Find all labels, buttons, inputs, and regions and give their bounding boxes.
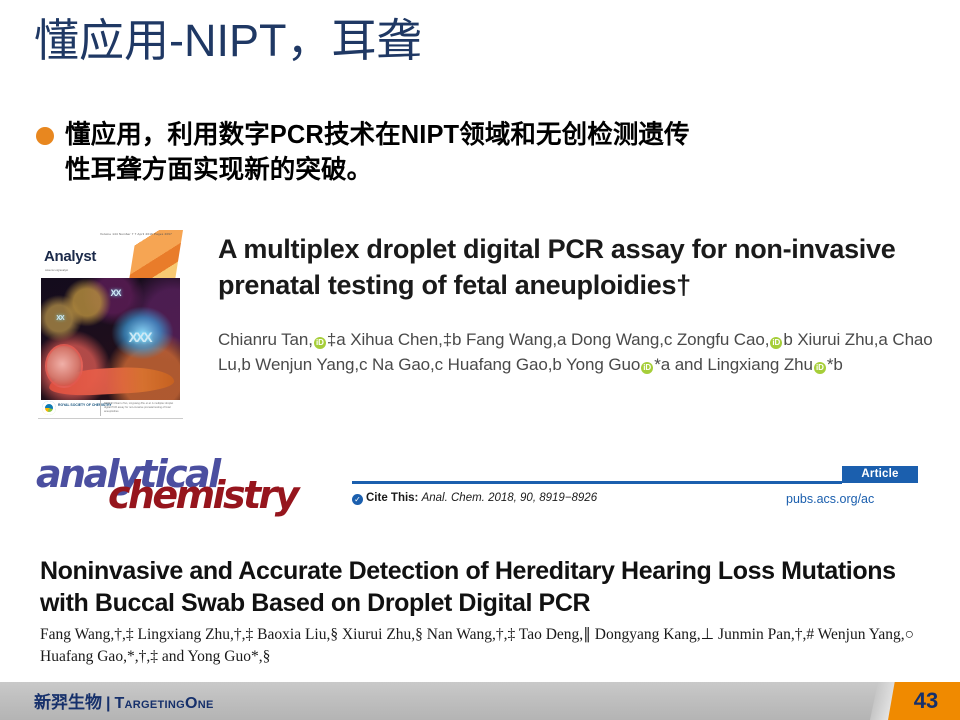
page-title: 懂应用-NIPT，耳聋 — [34, 15, 422, 66]
orcid-icon: iD — [313, 337, 326, 349]
company-logo-chinese: 新羿生物 — [34, 693, 102, 712]
rsc-logo-icon — [42, 401, 56, 415]
cover-footer-meta: PAPER Chianru Tan, Lingxiang Zhu et al. … — [104, 402, 174, 413]
company-logo-separator: | — [106, 695, 111, 712]
cover-issue-line: Volume 144 Number 7 7 April 2019 Pages 2… — [100, 232, 172, 236]
cover-swoosh-graphic — [128, 230, 183, 284]
cover-footer-divider — [100, 400, 101, 416]
company-logo-english: TargetingOne — [114, 695, 214, 712]
cover-footer: ROYAL SOCIETY OF CHEMISTRY PAPER Chianru… — [42, 400, 178, 416]
journal-url[interactable]: pubs.acs.org/ac — [786, 492, 874, 506]
journal-logo-analytical-chemistry: analytical chemistry — [36, 452, 346, 517]
cover-bottom-divider — [38, 418, 183, 419]
paper2-authors: Fang Wang,†,‡ Lingxiang Zhu,†,‡ Baoxia L… — [40, 626, 915, 665]
author-segment: ‡a Xihua Chen,‡b Fang Wang,a Dong Wang,c… — [326, 330, 770, 349]
author-segment: Lingxiang Zhu — [707, 354, 813, 374]
cover-masthead: Analyst — [44, 248, 97, 265]
fetus-graphic — [45, 344, 83, 388]
acs-header-rule — [352, 481, 842, 484]
journal-logo-word-chemistry: chemistry — [108, 473, 299, 517]
slide-canvas: 懂应用-NIPT，耳聋 懂应用，利用数字PCR技术在NIPT领域和无创检测遗传性… — [0, 0, 960, 720]
cover-subhead: www.rsc.org/analyst — [45, 269, 69, 272]
journal-cover-analyst: Volume 144 Number 7 7 April 2019 Pages 2… — [38, 230, 183, 418]
article-type-badge: Article — [842, 466, 918, 483]
chromosome-glyph: XX — [110, 287, 122, 298]
orcid-icon: iD — [813, 361, 826, 374]
chromosome-glyph: XX — [56, 314, 64, 322]
paper1-authors: Chianru Tan, iD ‡a Xihua Chen,‡b Fang Wang… — [218, 328, 938, 378]
bullet-text: 懂应用，利用数字PCR技术在NIPT领域和无创检测遗传性耳聋方面实现新的突破。 — [65, 121, 690, 185]
bullet-marker-icon — [36, 127, 54, 145]
cover-artwork: XX XX XXX — [41, 278, 180, 400]
paper2-title: Noninvasive and Accurate Detection of He… — [40, 557, 896, 617]
orcid-icon: iD — [641, 361, 654, 374]
cite-this-line: ✓ Cite This: Anal. Chem. 2018, 90, 8919−8… — [352, 492, 597, 505]
orcid-icon: iD — [770, 337, 783, 349]
bullet-item: 懂应用，利用数字PCR技术在NIPT领域和无创检测遗传性耳聋方面实现新的突破。 — [36, 118, 696, 188]
check-circle-icon: ✓ — [352, 494, 363, 505]
author-segment: *a and — [654, 354, 703, 374]
company-logo: 新羿生物 | TargetingOne — [34, 688, 214, 713]
cite-this-label: Cite This: — [366, 492, 419, 504]
paper1-title: A multiplex droplet digital PCR assay fo… — [218, 234, 896, 300]
cite-this-reference: Anal. Chem. 2018, 90, 8919−8926 — [421, 492, 598, 504]
author-segment: *b — [826, 354, 843, 374]
page-number: 43 — [913, 688, 939, 713]
author-segment: b — [783, 330, 793, 349]
author-segment: Chianru Tan, — [218, 330, 313, 349]
chromosome-glyph: XXX — [128, 329, 153, 346]
